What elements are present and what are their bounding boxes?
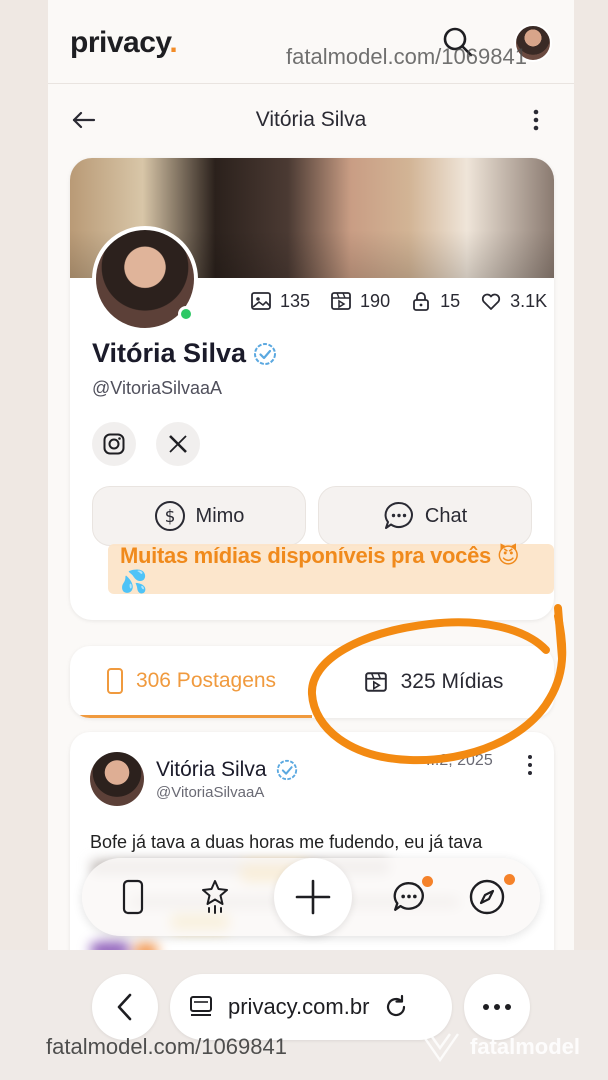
nav-posts[interactable]: [106, 870, 160, 924]
profile-stats: 135 190 15 3.1K: [250, 290, 547, 312]
bottom-navigation: [82, 858, 540, 936]
phone-icon: [106, 667, 123, 694]
star-icon: [202, 880, 228, 914]
image-icon: [251, 292, 271, 310]
post-author-name: Vitória Silva: [156, 758, 299, 782]
create-post-button[interactable]: [274, 858, 352, 936]
profile-name: Vitória Silva: [92, 338, 278, 369]
right-backdrop: [574, 0, 608, 1080]
profile-card: 135 190 15 3.1K Vitória Silva @VitoriaSi…: [70, 158, 554, 620]
more-horizontal-icon: [483, 1004, 511, 1010]
verified-badge-icon: [276, 759, 297, 781]
nav-messages[interactable]: [382, 870, 436, 924]
instagram-icon: [103, 433, 125, 455]
tabs-icon: [190, 996, 212, 1016]
profile-handle: @VitoriaSilvaaA: [92, 378, 222, 398]
chat-bubble-icon: [384, 501, 413, 529]
stat-videos: 190: [330, 290, 390, 312]
instagram-link[interactable]: [92, 422, 136, 466]
chat-button[interactable]: Chat: [318, 486, 532, 546]
post-avatar[interactable]: [90, 752, 144, 806]
stat-likes: 3.1K: [480, 290, 547, 312]
url-bar[interactable]: privacy.com.br: [170, 974, 452, 1040]
watermark-logo: fatalmodel: [418, 1030, 580, 1064]
watermark-logo-icon: [421, 1033, 459, 1063]
page-title: Vitória Silva: [255, 108, 367, 131]
verified-badge-icon: [254, 342, 277, 365]
notification-dot: [422, 876, 433, 887]
compass-icon: [469, 879, 505, 915]
promo-caption: Muitas mídias disponíveis pra vocês 😈💦: [108, 543, 554, 594]
post-author-handle: @VitoriaSilvaaA: [156, 784, 265, 801]
chat-icon: [393, 882, 424, 911]
watermark-bottom: fatalmodel.com/1069841: [46, 1034, 287, 1059]
post-text: Bofe já tava a duas horas me fudendo, eu…: [90, 832, 483, 852]
lock-icon: [413, 292, 429, 311]
phone-icon: [122, 879, 144, 915]
x-icon: [169, 435, 187, 453]
nav-explore[interactable]: [460, 870, 515, 924]
chevron-left-icon: [117, 993, 132, 1021]
highlight-annotation: [308, 604, 567, 765]
app-frame: privacy. fatalmodel.com/1069841 Vitória …: [48, 0, 574, 1080]
online-indicator: [178, 306, 194, 322]
dollar-icon: $: [154, 501, 185, 531]
plus-icon: [295, 879, 331, 915]
stat-locked: 15: [410, 290, 460, 312]
stat-images: 135: [250, 290, 310, 312]
reload-icon[interactable]: [383, 994, 409, 1020]
svg-text:$: $: [164, 507, 175, 527]
social-links: [92, 422, 200, 466]
x-link[interactable]: [156, 422, 200, 466]
heart-icon: [481, 293, 501, 310]
profile-header: Vitória Silva: [48, 84, 574, 156]
mimo-button[interactable]: $ Mimo: [92, 486, 306, 546]
notification-dot: [504, 874, 515, 885]
nav-featured[interactable]: [188, 870, 242, 924]
top-bar: privacy. fatalmodel.com/1069841: [48, 0, 574, 84]
browser-back-button[interactable]: [92, 974, 158, 1040]
more-vertical-icon[interactable]: [526, 106, 546, 134]
left-backdrop: [0, 0, 48, 1080]
privacy-logo[interactable]: privacy.: [70, 26, 178, 60]
watermark-top: fatalmodel.com/1069841: [286, 44, 527, 69]
url-text: privacy.com.br: [228, 994, 370, 1019]
tab-posts[interactable]: 306 Postagens: [70, 646, 312, 718]
video-clapper-icon: [331, 292, 351, 310]
